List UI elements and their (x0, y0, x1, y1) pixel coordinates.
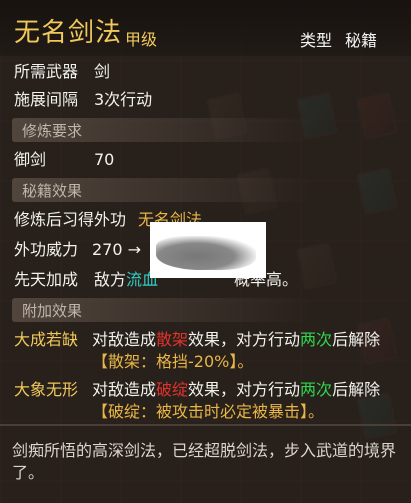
interval-label: 施展间隔 (14, 90, 79, 109)
effect-text: 对敌造成 (92, 330, 157, 349)
interval-value: 3次行动 (94, 90, 153, 109)
power-value: 270 → (92, 240, 142, 259)
extra-effect-desc: 对敌造成散架效果，对方行动两次后解除 (92, 330, 380, 350)
power-label: 外功威力 (14, 240, 79, 259)
category-manual-button[interactable]: 秘籍 (345, 27, 377, 51)
learn-skill-label: 修炼后习得外功 (14, 210, 127, 229)
weapon-label: 所需武器 (14, 62, 79, 81)
extra-effect-detail: 【散架：格挡-20%】。 (92, 352, 254, 371)
item-tooltip: 无名剑法 甲级 类型 秘籍 所需武器 剑 施展间隔 3次行动 修炼要求 御剑 7… (0, 0, 411, 503)
status-keyword: 散架 (156, 330, 189, 349)
section-label: 修炼要求 (22, 122, 83, 140)
section-label: 秘籍效果 (22, 182, 83, 200)
section-label: 附加效果 (22, 302, 83, 320)
count-keyword: 两次 (300, 330, 333, 349)
section-training-requirements: 修炼要求 (12, 118, 312, 142)
section-manual-effect: 秘籍效果 (12, 178, 312, 202)
extra-effect-detail: 【破绽：被攻击时必定被暴击】。 (92, 402, 325, 421)
effect-text: 效果，对方行动 (188, 330, 301, 349)
effect-text: 效果，对方行动 (188, 380, 301, 399)
item-title: 无名剑法 (14, 18, 123, 48)
extra-effect-name: 大成若缺 (14, 330, 79, 349)
innate-prefix: 敌方 (94, 270, 127, 289)
extra-effect-name: 大象无形 (14, 380, 79, 399)
effect-text: 对敌造成 (92, 380, 157, 399)
extra-effect-desc: 对敌造成破绽效果，对方行动两次后解除 (92, 380, 380, 400)
count-keyword: 两次 (300, 380, 333, 399)
item-grade: 甲级 (125, 30, 158, 49)
req-skill-value: 70 (94, 150, 115, 169)
section-extra-effect: 附加效果 (12, 298, 312, 322)
item-description: 剑痴所悟的高深剑法，已经超脱剑法，步入武道的境界了。 (12, 441, 397, 482)
weapon-value: 剑 (94, 62, 111, 81)
sort-by-type-button[interactable]: 类型 (300, 27, 332, 51)
tooltip-header: 无名剑法 甲级 类型 秘籍 (0, 0, 411, 56)
divider (0, 424, 411, 426)
req-skill-label: 御剑 (14, 150, 47, 169)
status-keyword: 破绽 (156, 380, 189, 399)
effect-text: 后解除 (332, 380, 381, 399)
innate-bonus-label: 先天加成 (14, 270, 79, 289)
effect-text: 后解除 (332, 330, 381, 349)
censored-overlay (150, 222, 266, 278)
